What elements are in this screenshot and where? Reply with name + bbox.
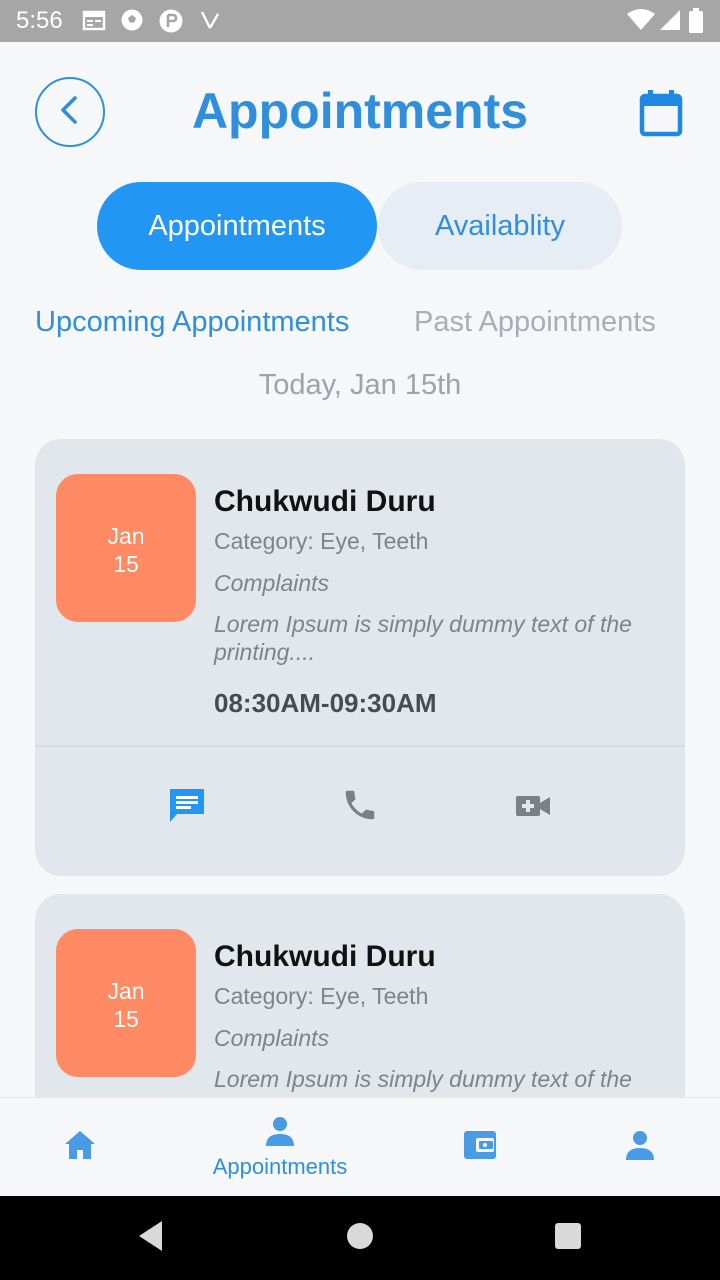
date-heading: Today, Jan 15th: [258, 369, 462, 401]
back-triangle-icon[interactable]: [136, 1218, 166, 1259]
complaint-description: Lorem Ipsum is simply dummy text of the: [214, 1066, 632, 1092]
home-circle-icon[interactable]: [346, 1222, 374, 1255]
page-title: Appointments: [191, 83, 529, 139]
recents-square-icon[interactable]: [554, 1222, 582, 1255]
appointment-category: Category: Eye, Teeth: [214, 528, 429, 554]
appointment-details: Chukwudi Duru Category: Eye, Teeth Compl…: [214, 484, 657, 719]
bottom-navigation: Appointments: [0, 1097, 720, 1196]
date-badge: Jan 15: [56, 474, 196, 622]
system-navigation-bar: [0, 1196, 720, 1280]
nav-appointments[interactable]: Appointments: [180, 1098, 380, 1197]
date-month: Jan: [107, 978, 145, 1004]
date-badge: Jan 15: [56, 929, 196, 1077]
date-month: Jan: [107, 523, 145, 549]
calendar-status-icon: [82, 8, 106, 37]
profile-icon: [623, 1129, 657, 1166]
appointment-category: Category: Eye, Teeth: [214, 983, 429, 1009]
card-divider: [35, 745, 685, 747]
nav-home[interactable]: [40, 1098, 120, 1197]
tab-availability[interactable]: Availablity: [378, 182, 622, 270]
calendar-button[interactable]: [638, 88, 684, 143]
appointments-screen: Appointments Availablity Appointments Up…: [0, 42, 720, 1196]
wallet-icon: [462, 1128, 498, 1167]
phone-icon[interactable]: [341, 786, 379, 829]
calendar-icon: [638, 90, 684, 142]
patient-name: Chukwudi Duru: [214, 940, 436, 973]
date-day: 15: [113, 1006, 139, 1032]
status-bar: 5:56: [0, 0, 720, 42]
appointment-card[interactable]: Jan 15 Chukwudi Duru Category: Eye, Teet…: [35, 439, 685, 876]
chat-icon[interactable]: [167, 786, 207, 831]
tab-appointments[interactable]: Appointments: [97, 182, 377, 270]
complaints-label: Complaints: [214, 570, 330, 596]
home-icon: [62, 1128, 98, 1167]
wifi-icon: [626, 8, 656, 37]
tab-past-appointments[interactable]: Past Appointments: [414, 306, 656, 339]
person-icon: [263, 1115, 297, 1152]
tab-upcoming-appointments[interactable]: Upcoming Appointments: [35, 306, 349, 339]
app-icon: [158, 8, 184, 39]
status-time: 5:56: [16, 7, 63, 34]
nav-appointments-label: Appointments: [212, 1154, 348, 1179]
patient-name: Chukwudi Duru: [214, 485, 436, 518]
appointment-details: Chukwudi Duru Category: Eye, Teeth Compl…: [214, 939, 657, 1093]
appointment-time: 08:30AM-09:30AM: [214, 688, 437, 718]
complaint-description: Lorem Ipsum is simply dummy text of the …: [214, 611, 632, 665]
complaints-label: Complaints: [214, 1025, 330, 1051]
nav-wallet[interactable]: [440, 1098, 520, 1197]
video-call-icon[interactable]: [513, 786, 553, 831]
missed-icon: [198, 8, 222, 37]
battery-icon: [688, 8, 704, 39]
soccer-icon: [120, 8, 144, 37]
date-day: 15: [113, 551, 139, 577]
signal-icon: [658, 8, 682, 37]
nav-profile[interactable]: [600, 1098, 680, 1197]
